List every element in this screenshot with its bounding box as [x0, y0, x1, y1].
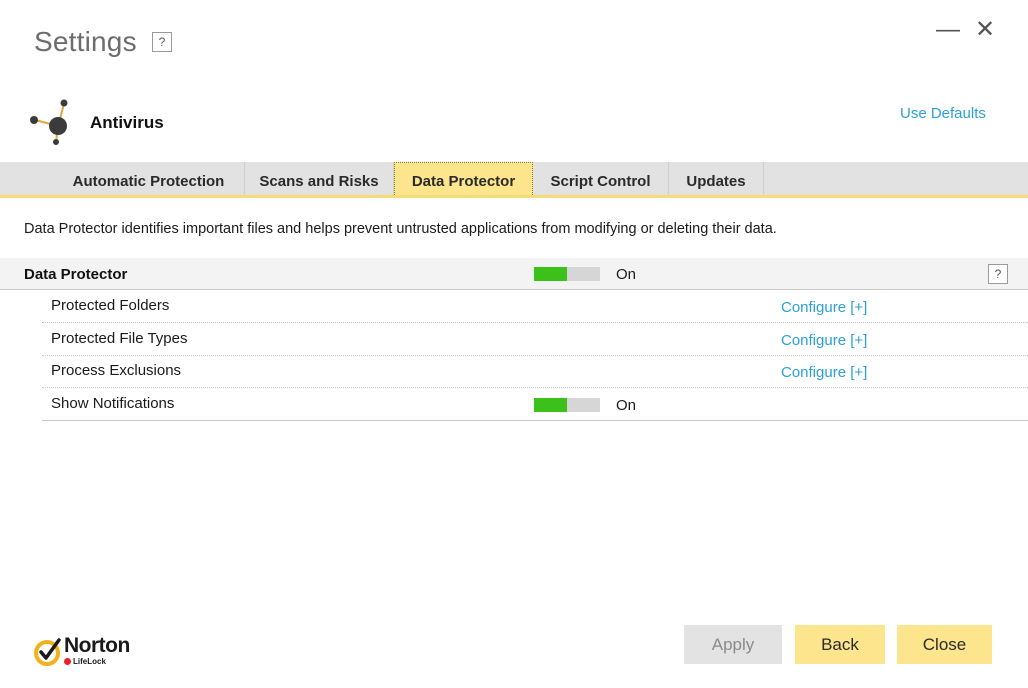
help-button[interactable]: ? — [152, 32, 172, 52]
tab-data-protector[interactable]: Data Protector — [394, 162, 533, 195]
setting-row-show-notifications: Show Notifications On — [42, 388, 1028, 421]
configure-protected-file-types-link[interactable]: Configure [+] — [781, 332, 867, 349]
norton-check-icon — [34, 638, 61, 666]
tab-scans-and-risks[interactable]: Scans and Risks — [245, 162, 394, 195]
setting-row-process-exclusions: Process Exclusions Configure [+] — [42, 355, 1028, 388]
show-notifications-toggle[interactable] — [534, 398, 600, 412]
configure-process-exclusions-link[interactable]: Configure [+] — [781, 364, 867, 381]
close-window-button[interactable]: ✕ — [975, 16, 995, 44]
close-button[interactable]: Close — [897, 625, 992, 664]
norton-logo: Norton LifeLock — [34, 634, 144, 670]
use-defaults-link[interactable]: Use Defaults — [900, 105, 986, 122]
logo-subbrand: LifeLock — [64, 657, 106, 666]
window-title: Settings — [34, 26, 137, 57]
setting-label: Protected Folders — [51, 297, 170, 314]
tab-automatic-protection[interactable]: Automatic Protection — [53, 162, 245, 195]
configure-protected-folders-link[interactable]: Configure [+] — [781, 299, 867, 316]
apply-button[interactable]: Apply — [684, 625, 782, 664]
logo-subbrand-text: LifeLock — [73, 657, 106, 666]
minimize-button[interactable]: — — [936, 16, 960, 44]
data-protector-toggle-label: On — [616, 266, 637, 283]
lifelock-dot-icon — [64, 658, 71, 665]
setting-label: Process Exclusions — [51, 362, 182, 379]
toggle-fill — [534, 398, 567, 412]
section-description: Data Protector identifies important file… — [24, 221, 777, 237]
setting-label: Show Notifications — [51, 395, 175, 412]
data-protector-toggle[interactable] — [534, 267, 600, 281]
product-name: Antivirus — [90, 113, 164, 132]
tab-bar: Automatic Protection Scans and Risks Dat… — [0, 162, 1028, 198]
section-title: Data Protector — [24, 266, 128, 283]
section-header: Data Protector On ? — [0, 258, 1028, 290]
show-notifications-toggle-label: On — [616, 397, 637, 414]
section-help-button[interactable]: ? — [988, 264, 1008, 284]
setting-row-protected-file-types: Protected File Types Configure [+] — [42, 323, 1028, 356]
toggle-fill — [534, 267, 567, 281]
logo-wordmark: Norton — [64, 634, 130, 657]
setting-row-protected-folders: Protected Folders Configure [+] — [42, 290, 1028, 323]
tab-script-control[interactable]: Script Control — [533, 162, 669, 195]
product-header: Antivirus — [28, 98, 428, 146]
tab-updates[interactable]: Updates — [669, 162, 764, 195]
setting-label: Protected File Types — [51, 330, 188, 347]
back-button[interactable]: Back — [795, 625, 885, 664]
antivirus-molecule-icon — [30, 99, 68, 145]
